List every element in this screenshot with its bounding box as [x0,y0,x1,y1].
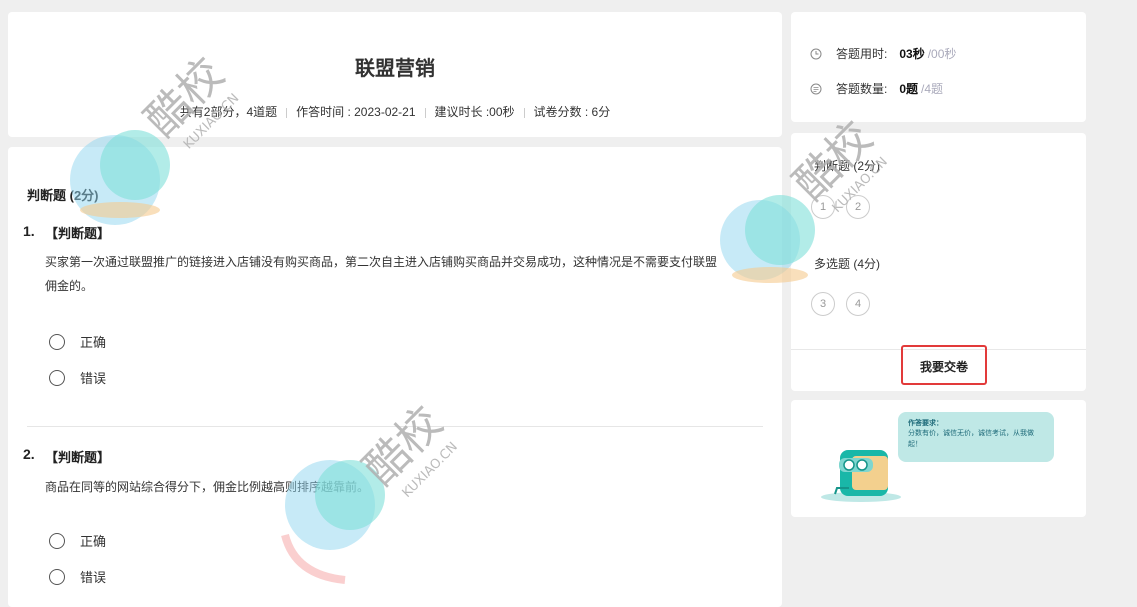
option-label: 正确 [80,335,107,350]
option-false[interactable]: 错误 [49,567,106,586]
section-title: 判断题 (2分) [27,188,99,203]
list-icon [810,83,822,94]
question-text-line: 买家第一次通过联盟推广的链接进入店铺没有购买商品，第二次自主进入店铺购买商品并交… [45,255,718,269]
option-false[interactable]: 错误 [49,368,106,387]
meta-answer-time: 作答时间 : 2023-02-21 [296,105,416,119]
exam-header-card: 联盟营销 共有2部分，4道题 作答时间 : 2023-02-21 建议时长 :00秒… [8,12,782,137]
answer-sheet-section-label: 判断题 (2分) [814,159,881,173]
question-type: 【判断题】 [45,450,111,465]
option-label: 错误 [80,371,107,386]
option-true[interactable]: 正确 [49,332,106,351]
radio-button[interactable] [49,532,65,549]
rules-bubble: 作答要求： 分数有价，诚信无价，诚信考试，从我做起！ [898,412,1054,462]
radio-button[interactable] [49,333,65,350]
clock-icon [810,48,822,59]
option-label: 正确 [80,534,107,549]
question-list-card: 判断题 (2分) 1. 【判断题】 买家第一次通过联盟推广的链接进入店铺没有购买… [8,147,782,607]
exam-meta: 共有2部分，4道题 作答时间 : 2023-02-21 建议时长 :00秒 试卷分数 … [8,103,782,120]
meta-score: 试卷分数 : 6分 [533,105,611,119]
meta-separator [286,107,288,118]
meta-parts: 共有2部分，4道题 [179,105,278,119]
submit-exam-button[interactable]: 我要交卷 [901,345,987,385]
answer-sheet-section-label: 多选题 (4分) [814,257,881,271]
exam-rules-card: 作答要求： 分数有价，诚信无价，诚信考试，从我做起！ [791,400,1086,517]
time-used-row: 答题用时: 03秒 /00秒 [810,45,956,62]
answered-count-row: 答题数量: 0题 /4题 [810,80,943,97]
answered-count-label: 答题数量: [836,82,888,96]
radio-button[interactable] [49,369,65,386]
question-number: 1. [23,223,35,239]
question-text-line: 佣金的。 [45,279,94,293]
question-type: 【判断题】 [45,226,111,241]
answer-stats-card: 答题用时: 03秒 /00秒 答题数量: 0题 /4题 [791,12,1086,122]
question-total: /4题 [921,82,944,96]
question-nav-1[interactable]: 1 [811,195,835,219]
rules-title: 作答要求： [908,420,943,427]
radio-button[interactable] [49,568,65,585]
meta-separator [523,107,525,118]
option-label: 错误 [80,570,107,585]
question-text: 买家第一次通过联盟推广的链接进入店铺没有购买商品，第二次自主进入店铺购买商品并交… [45,250,785,298]
meta-separator [424,107,426,118]
question-nav-4[interactable]: 4 [846,292,870,316]
answered-count-value: 0题 [899,82,919,96]
time-used-label: 答题用时: [836,47,888,61]
answer-sheet-card: 判断题 (2分) 1 2 多选题 (4分) 3 4 我要交卷 [791,133,1086,391]
question-number: 2. [23,446,35,462]
mascot-illustration [821,450,901,502]
exam-title: 联盟营销 [355,58,435,80]
meta-suggested-duration: 建议时长 :00秒 [434,105,515,119]
time-total: /00秒 [927,47,957,61]
question-text: 商品在同等的网站综合得分下，佣金比例越高则排序越靠前。 [45,480,370,494]
option-true[interactable]: 正确 [49,531,106,550]
question-nav-3[interactable]: 3 [811,292,835,316]
time-used-value: 03秒 [899,47,925,61]
rules-text: 分数有价，诚信无价，诚信考试，从我做起！ [908,430,1034,448]
question-nav-2[interactable]: 2 [846,195,870,219]
question-divider [27,426,763,427]
